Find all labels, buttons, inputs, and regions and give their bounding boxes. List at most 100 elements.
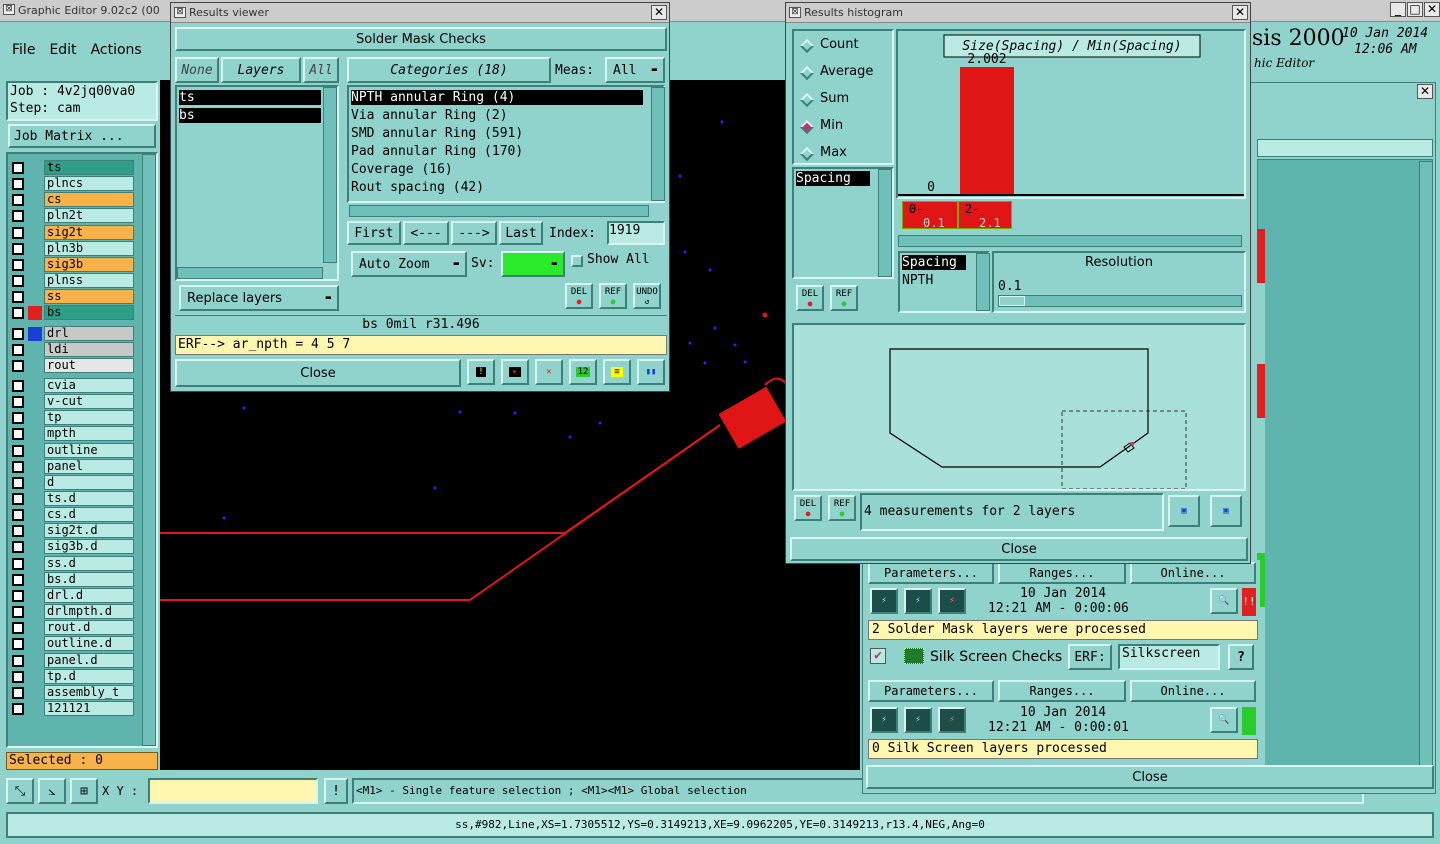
layer-row-ts-d[interactable]: ts.d bbox=[8, 491, 134, 507]
layer-checkbox[interactable] bbox=[12, 210, 24, 223]
zoom-results-icon-2[interactable]: 🔍 bbox=[1210, 707, 1238, 733]
import-icon[interactable]: ▸ bbox=[501, 359, 529, 385]
layer-checkbox[interactable] bbox=[12, 242, 24, 255]
sv-color-select[interactable]: ▬ bbox=[501, 251, 565, 277]
checklist-scrollbar[interactable] bbox=[1419, 161, 1433, 777]
erf-input[interactable]: Silkscreen bbox=[1118, 644, 1220, 670]
report-icon[interactable]: ≡ bbox=[603, 359, 631, 385]
preview-delete-icon[interactable]: DEL ● bbox=[794, 495, 822, 521]
layer-row-bs[interactable]: bs bbox=[8, 305, 134, 321]
categories-list[interactable]: NPTH annular Ring (4) Via annular Ring (… bbox=[347, 85, 665, 203]
layer-row-cs[interactable]: cs bbox=[8, 192, 134, 208]
range-cell-1[interactable]: 0- 0.1 bbox=[902, 201, 958, 230]
type-item-spacing[interactable]: Spacing bbox=[902, 255, 966, 270]
layer-row-sig3b-d[interactable]: sig3b.d bbox=[8, 539, 134, 555]
alert-icon[interactable]: ! bbox=[324, 778, 348, 804]
layer-checkbox[interactable] bbox=[12, 654, 24, 667]
layer-checkbox[interactable] bbox=[12, 275, 24, 288]
ranges-button-2[interactable]: Ranges... bbox=[998, 680, 1126, 702]
layer-checkbox[interactable] bbox=[12, 178, 24, 191]
layer-row-plnss[interactable]: plnss bbox=[8, 273, 134, 289]
histogram-close-button[interactable]: Close bbox=[790, 537, 1248, 561]
sort-icon[interactable]: 12 bbox=[569, 359, 597, 385]
layer-row-bs-d[interactable]: bs.d bbox=[8, 571, 134, 588]
last-button[interactable]: Last bbox=[499, 221, 543, 245]
layer-row-outline[interactable]: outline bbox=[8, 442, 134, 459]
layer-checkbox[interactable] bbox=[12, 702, 24, 715]
histogram-icon[interactable]: ▮▮ bbox=[637, 359, 665, 385]
layer-row-drl[interactable]: drl bbox=[8, 325, 134, 342]
category-item[interactable]: SMD annular Ring (591) bbox=[351, 126, 523, 141]
layer-checkbox[interactable] bbox=[12, 412, 24, 425]
layer-row-d[interactable]: d bbox=[8, 474, 134, 491]
results-viewer-close-button[interactable]: Close bbox=[175, 359, 461, 387]
layer-row-sig2t[interactable]: sig2t bbox=[8, 224, 134, 241]
layer-checkbox[interactable] bbox=[12, 606, 24, 619]
count-radio[interactable] bbox=[799, 38, 815, 54]
menu-edit[interactable]: Edit bbox=[49, 42, 76, 58]
min-radio[interactable] bbox=[799, 119, 815, 135]
layer-checkbox[interactable] bbox=[12, 638, 24, 651]
layer-checkbox[interactable] bbox=[12, 444, 24, 457]
layers-list-scrollbar[interactable] bbox=[323, 87, 337, 263]
layer-row-rout[interactable]: rout bbox=[8, 357, 134, 374]
layer-checkbox[interactable] bbox=[12, 379, 24, 392]
layer-row-drlmpth-d[interactable]: drlmpth.d bbox=[8, 604, 134, 620]
layer-checkbox[interactable] bbox=[12, 476, 24, 489]
histogram-close-icon[interactable]: ✕ bbox=[1232, 5, 1248, 20]
layer-row-sig2t-d[interactable]: sig2t.d bbox=[8, 523, 134, 539]
layer-list-scrollbar[interactable] bbox=[142, 154, 156, 746]
layer-row-tp-d[interactable]: tp.d bbox=[8, 668, 134, 685]
parameters-button-2[interactable]: Parameters... bbox=[868, 680, 994, 702]
layer-checkbox[interactable] bbox=[12, 343, 24, 356]
layer-row-assembly-t[interactable]: assembly_t bbox=[8, 684, 134, 701]
layer-row-ts[interactable]: ts bbox=[8, 160, 134, 176]
erf-button[interactable]: ERF: bbox=[1068, 644, 1112, 670]
type-list-scrollbar[interactable] bbox=[976, 253, 990, 311]
ranges-button[interactable]: Ranges... bbox=[998, 562, 1126, 584]
layer-checkbox[interactable] bbox=[12, 307, 24, 320]
layer-color-swatch[interactable] bbox=[28, 326, 42, 341]
show-all-checkbox[interactable] bbox=[571, 255, 583, 267]
histogram-reference-icon[interactable]: REF ● bbox=[830, 285, 858, 311]
layer-checkbox[interactable] bbox=[12, 226, 24, 239]
category-item[interactable]: Coverage (16) bbox=[351, 162, 453, 177]
layers-list-hscroll[interactable] bbox=[177, 267, 323, 279]
prev-button[interactable]: <--- bbox=[403, 221, 449, 245]
tool-measure-icon[interactable]: ⦣ bbox=[38, 778, 66, 804]
none-button[interactable]: None bbox=[175, 57, 219, 83]
layer-checkbox[interactable] bbox=[12, 428, 24, 441]
delete-icon[interactable]: DEL ● bbox=[565, 283, 593, 309]
tool-grid-icon[interactable]: ⊞ bbox=[70, 778, 98, 804]
zoom-results-icon[interactable]: 🔍 bbox=[1210, 588, 1238, 614]
layer-checkbox[interactable] bbox=[12, 573, 24, 586]
layer-checkbox[interactable] bbox=[12, 670, 24, 683]
index-input[interactable]: 1919 bbox=[607, 221, 665, 245]
layer-row-panel-d[interactable]: panel.d bbox=[8, 652, 134, 669]
layers-list[interactable]: ts bs bbox=[175, 85, 339, 281]
sum-radio[interactable] bbox=[799, 92, 815, 108]
layer-row-sig3b[interactable]: sig3b bbox=[8, 256, 134, 273]
meas-select[interactable]: All ▬ bbox=[605, 57, 665, 83]
highlight-icon[interactable]: ! bbox=[467, 359, 495, 385]
categories-button[interactable]: Categories (18) bbox=[347, 57, 551, 83]
tool-select-icon[interactable]: ⤡ bbox=[6, 778, 34, 804]
layer-item-bs[interactable]: bs bbox=[179, 108, 321, 123]
auto-zoom-select[interactable]: Auto Zoom ▬ bbox=[351, 251, 467, 277]
layer-checkbox[interactable] bbox=[12, 622, 24, 635]
layer-row-cvia[interactable]: cvia bbox=[8, 377, 134, 394]
help-button[interactable]: ? bbox=[1228, 644, 1254, 670]
xy-input[interactable] bbox=[148, 778, 318, 804]
layer-checkbox[interactable] bbox=[12, 589, 24, 602]
resolution-slider[interactable] bbox=[998, 295, 1242, 307]
layer-checkbox[interactable] bbox=[12, 460, 24, 473]
layer-row-mpth[interactable]: mpth bbox=[8, 426, 134, 442]
histogram-delete-icon[interactable]: DEL ● bbox=[796, 285, 824, 311]
layer-checkbox[interactable] bbox=[12, 396, 24, 409]
reference-icon[interactable]: REF ● bbox=[599, 283, 627, 309]
online-button[interactable]: Online... bbox=[1130, 562, 1256, 584]
layer-checkbox[interactable] bbox=[12, 493, 24, 505]
close-icon[interactable]: ✕ bbox=[1424, 2, 1440, 17]
histogram-bar[interactable] bbox=[960, 67, 1014, 195]
layer-checkbox[interactable] bbox=[12, 327, 24, 340]
